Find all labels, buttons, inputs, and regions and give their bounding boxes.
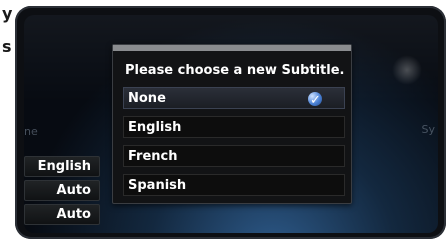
- subtitle-option-none[interactable]: None: [123, 87, 345, 111]
- background-glow: [392, 55, 422, 85]
- background-text-right: Sy: [421, 123, 436, 136]
- subtitle-selection-dialog: Please choose a new Subtitle. None Engli…: [112, 44, 352, 204]
- subtitle-option-label: Spanish: [128, 178, 187, 193]
- left-panel-language-item[interactable]: English: [24, 156, 100, 177]
- subtitle-option-english[interactable]: English: [123, 116, 345, 138]
- dialog-titlebar: [113, 45, 351, 51]
- corner-glyph-top: y: [2, 4, 13, 23]
- corner-glyph-middle: s: [2, 37, 12, 56]
- subtitle-option-french[interactable]: French: [123, 145, 345, 167]
- subtitle-option-label: None: [128, 91, 166, 106]
- left-panel-auto-item-2[interactable]: Auto: [24, 204, 100, 225]
- checkmark-badge-icon: [308, 90, 322, 111]
- subtitle-option-label: English: [128, 120, 182, 135]
- subtitle-option-spanish[interactable]: Spanish: [123, 174, 345, 196]
- left-panel-auto-item-1[interactable]: Auto: [24, 180, 100, 201]
- dialog-title: Please choose a new Subtitle.: [125, 63, 345, 78]
- subtitle-option-label: French: [128, 149, 178, 164]
- background-text-left: ne: [24, 125, 38, 138]
- page-frame: y s ne Sy English Auto Auto Please choos…: [0, 0, 448, 241]
